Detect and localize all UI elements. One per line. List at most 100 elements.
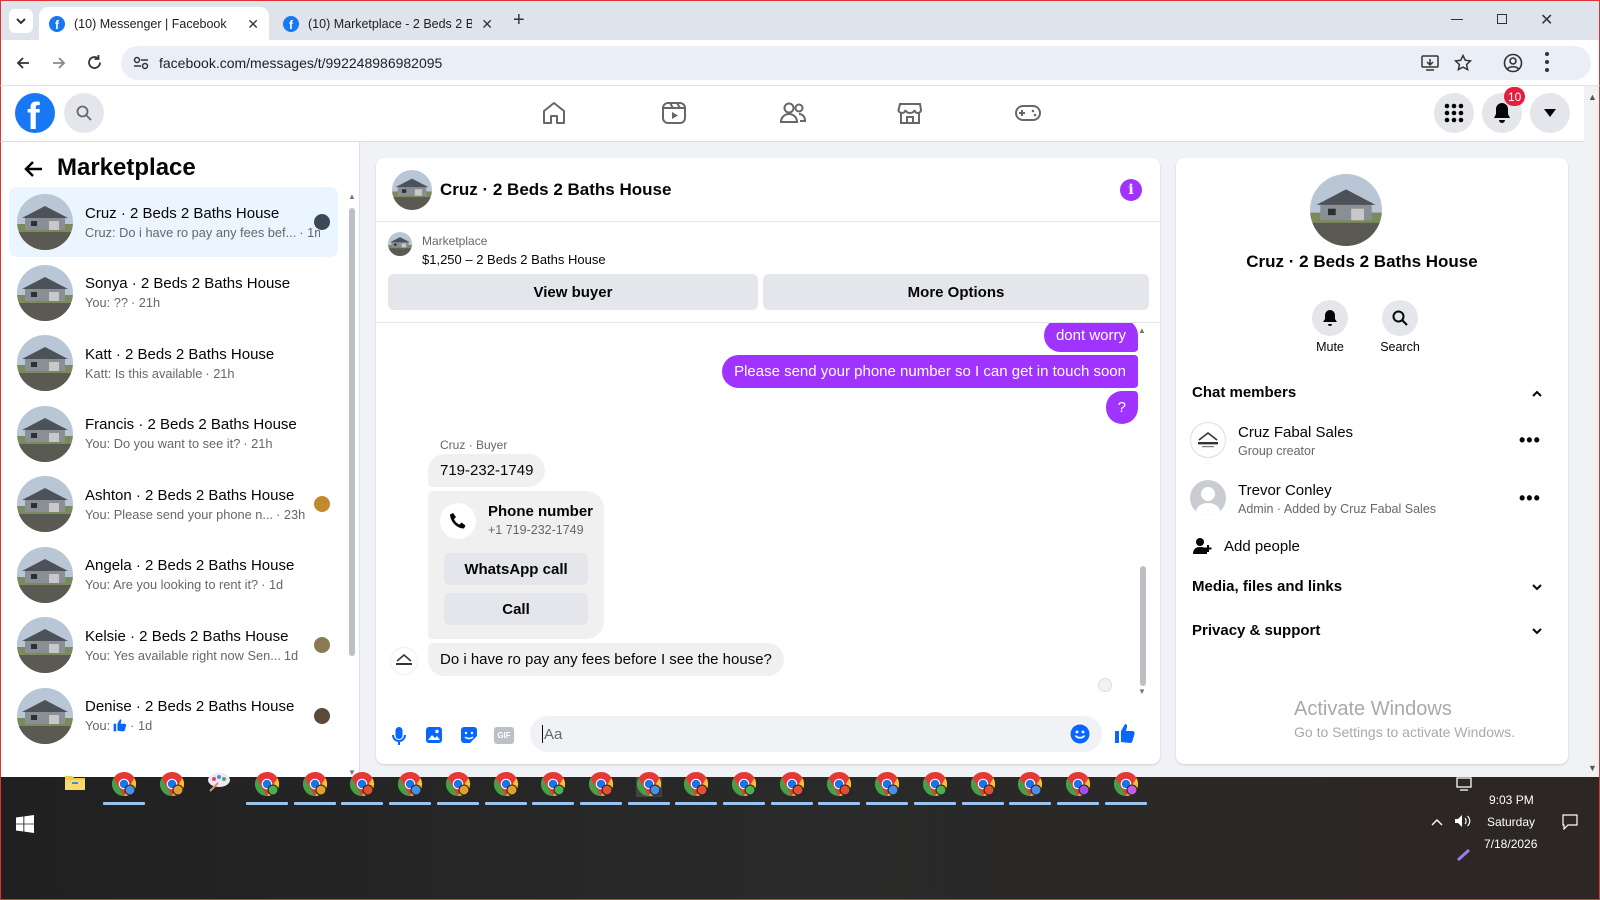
sidebar-scrollbar[interactable]: ▲ ▼ [347, 192, 357, 777]
clock-time[interactable]: 9:03 PM [1489, 793, 1534, 807]
member-name[interactable]: Cruz Fabal Sales [1238, 424, 1353, 441]
chrome-taskbar-icon[interactable] [579, 771, 622, 805]
view-buyer-button[interactable]: View buyer [388, 274, 758, 310]
conversation-info-icon[interactable]: i [1120, 179, 1142, 201]
chrome-taskbar-icon[interactable] [866, 771, 909, 805]
browser-menu-icon[interactable] [1545, 52, 1549, 72]
chrome-taskbar-icon[interactable] [1056, 771, 1099, 805]
tab-close-icon[interactable]: ✕ [247, 16, 259, 33]
conversation-item[interactable]: Angela · 2 Beds 2 Baths House You: Are yo… [9, 540, 338, 610]
friends-icon[interactable] [779, 100, 807, 126]
tab-list-dropdown[interactable] [9, 9, 33, 33]
thumbs-up-icon[interactable] [1114, 722, 1136, 744]
minimize-window-icon[interactable] [1451, 19, 1463, 20]
photo-icon[interactable] [425, 726, 443, 744]
conversation-item[interactable]: Ashton · 2 Beds 2 Baths House You: Please… [9, 469, 338, 539]
marketplace-icon[interactable] [897, 100, 923, 126]
chrome-taskbar-icon[interactable] [293, 771, 336, 805]
chrome-taskbar-icon[interactable] [723, 771, 765, 805]
browser-tab-marketplace[interactable]: f (10) Marketplace - 2 Beds 2 Bat ✕ [273, 7, 503, 41]
address-bar[interactable]: facebook.com/messages/t/992248986982095 [121, 46, 1591, 80]
windows-start-icon[interactable] [16, 815, 34, 833]
back-arrow-icon[interactable] [15, 55, 31, 71]
add-people-button[interactable]: Add people [1192, 534, 1532, 558]
site-settings-icon[interactable] [133, 56, 149, 70]
account-button[interactable] [1530, 93, 1570, 133]
chrome-taskbar-icon[interactable] [627, 771, 670, 805]
bookmark-star-icon[interactable] [1454, 54, 1472, 72]
chrome-taskbar-icon[interactable] [1104, 771, 1147, 805]
chrome-taskbar-icon[interactable] [1009, 771, 1052, 805]
search-button[interactable] [64, 93, 104, 133]
action-center-icon[interactable] [1562, 814, 1578, 830]
pen-icon[interactable] [1457, 849, 1471, 861]
search-in-conversation-button[interactable] [1382, 300, 1418, 336]
video-icon[interactable] [661, 100, 687, 126]
notification-center-icon[interactable] [1456, 777, 1472, 791]
member-options-icon[interactable]: ••• [1519, 489, 1541, 507]
message-input[interactable]: Aa [530, 716, 1102, 752]
mute-button[interactable] [1312, 300, 1348, 336]
conversation-avatar[interactable] [392, 170, 432, 210]
chrome-taskbar-icon[interactable] [436, 771, 479, 805]
microphone-icon[interactable] [392, 726, 406, 746]
chrome-taskbar-icon[interactable] [159, 771, 185, 797]
install-app-icon[interactable] [1421, 55, 1439, 71]
chrome-taskbar-icon[interactable] [389, 771, 432, 805]
chrome-taskbar-icon[interactable] [246, 771, 288, 805]
tab-close-icon[interactable]: ✕ [481, 16, 493, 33]
chrome-taskbar-icon[interactable] [103, 771, 145, 805]
chat-members-toggle[interactable]: Chat members [1192, 384, 1548, 408]
facebook-logo[interactable]: f [15, 93, 55, 133]
listing-title[interactable]: $1,250 – 2 Beds 2 Baths House [422, 252, 606, 267]
whatsapp-call-button[interactable]: WhatsApp call [444, 553, 588, 585]
received-message[interactable]: Do i have ro pay any fees before I see t… [428, 643, 784, 676]
clock-date[interactable]: 7/18/2026 [1484, 837, 1537, 851]
gif-icon[interactable]: GIF [494, 727, 514, 744]
conversation-item[interactable]: Denise · 2 Beds 2 Baths House You: · 1d [9, 681, 338, 751]
member-avatar[interactable] [1190, 422, 1226, 458]
conversation-item[interactable]: Sonya · 2 Beds 2 Baths House You: ?? · 21h [9, 258, 338, 328]
conversation-item[interactable]: Francis · 2 Beds 2 Baths House You: Do yo… [9, 399, 338, 469]
chat-scrollbar[interactable]: ▲ ▼ [1138, 326, 1148, 696]
profile-icon[interactable] [1503, 53, 1523, 73]
emoji-icon[interactable] [1070, 724, 1090, 744]
gaming-icon[interactable] [1014, 100, 1042, 126]
chrome-taskbar-icon[interactable] [770, 771, 813, 805]
paint-app-taskbar-icon[interactable] [206, 771, 232, 793]
close-window-icon[interactable]: ✕ [1540, 10, 1553, 30]
forward-arrow-icon[interactable] [51, 55, 67, 71]
member-name[interactable]: Trevor Conley [1238, 482, 1332, 499]
conversation-item[interactable]: Katt · 2 Beds 2 Baths House Katt: Is this… [9, 328, 338, 398]
more-options-button[interactable]: More Options [763, 274, 1149, 310]
chat-title[interactable]: Cruz · 2 Beds 2 Baths House [440, 180, 671, 200]
member-avatar[interactable] [1190, 480, 1226, 516]
restore-window-icon[interactable] [1497, 14, 1507, 24]
sent-message[interactable]: dont worry [1043, 323, 1138, 352]
sticker-icon[interactable] [460, 726, 478, 744]
file-explorer-icon[interactable] [64, 773, 86, 791]
chrome-taskbar-icon[interactable] [961, 771, 1004, 805]
privacy-support-toggle[interactable]: Privacy & support [1192, 622, 1548, 646]
back-arrow-icon[interactable] [23, 160, 43, 178]
reload-icon[interactable] [86, 54, 103, 71]
browser-tab-messenger[interactable]: f (10) Messenger | Facebook ✕ [39, 7, 269, 41]
notifications-button[interactable]: 10 [1482, 87, 1526, 133]
chrome-taskbar-icon[interactable] [341, 771, 384, 805]
conversation-large-avatar[interactable] [1310, 174, 1382, 246]
menu-button[interactable] [1434, 93, 1474, 133]
chrome-taskbar-icon[interactable] [818, 771, 861, 805]
conversation-item[interactable]: Cruz · 2 Beds 2 Baths House Cruz: Do i ha… [9, 187, 338, 257]
home-icon[interactable] [541, 100, 567, 126]
media-files-links-toggle[interactable]: Media, files and links [1192, 578, 1548, 602]
clock-day[interactable]: Saturday [1487, 815, 1535, 829]
volume-icon[interactable] [1454, 814, 1472, 828]
member-options-icon[interactable]: ••• [1519, 431, 1541, 449]
show-hidden-icons-chevron-icon[interactable] [1431, 818, 1443, 826]
sent-message[interactable]: Please send your phone number so I can g… [722, 355, 1138, 388]
received-message[interactable]: 719-232-1749 [428, 454, 546, 487]
page-scrollbar[interactable]: ▲ ▼ [1584, 86, 1600, 777]
call-button[interactable]: Call [444, 593, 588, 625]
sent-message[interactable]: ? [1105, 391, 1138, 424]
chrome-taskbar-icon[interactable] [675, 771, 718, 805]
